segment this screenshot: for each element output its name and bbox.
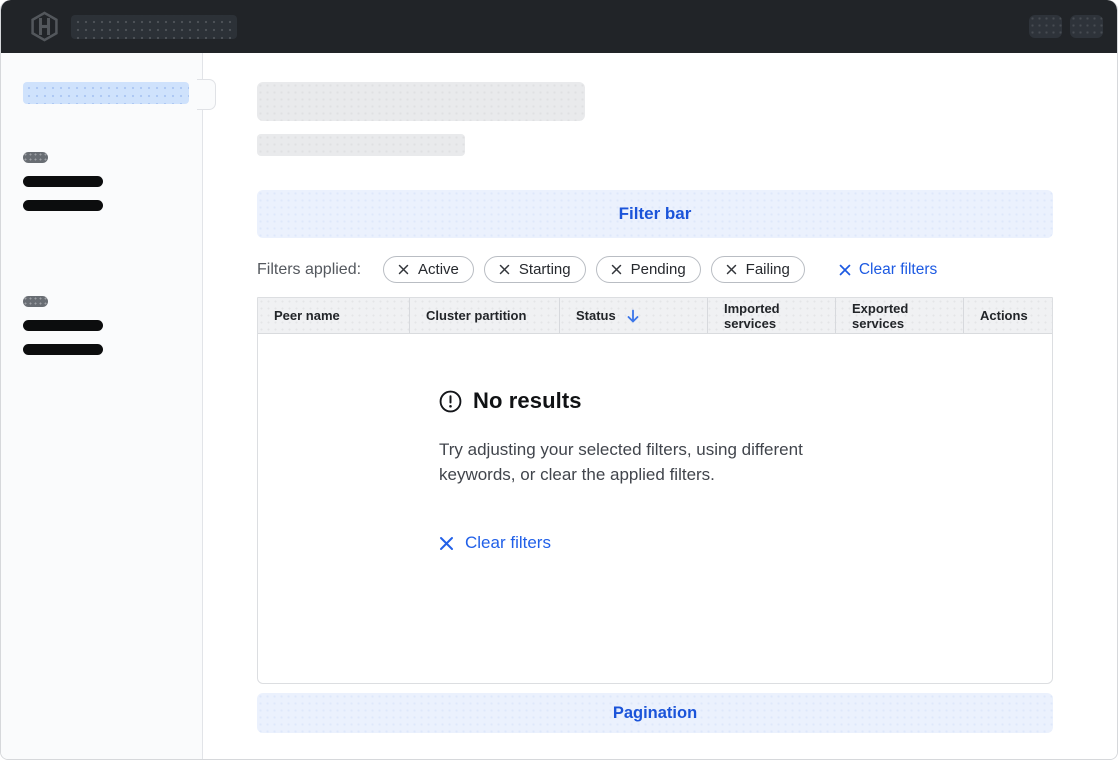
page-subtitle-placeholder <box>257 134 465 156</box>
table-column-label: Status <box>576 308 616 323</box>
nav-search-placeholder[interactable] <box>71 15 237 39</box>
table-column-label: Peer name <box>274 308 340 323</box>
filter-pill-label: Active <box>418 261 459 278</box>
filters-applied-label: Filters applied: <box>257 261 361 279</box>
app-window: Filter bar Filters applied: Active Start… <box>0 0 1118 760</box>
table-column-header[interactable]: Peer name <box>258 298 409 333</box>
hashicorp-logo-icon[interactable] <box>29 11 60 42</box>
dismiss-x-icon[interactable] <box>398 264 409 275</box>
main-content: Filter bar Filters applied: Active Start… <box>203 53 1117 760</box>
peers-table: Peer name Cluster partition Status Impor… <box>257 297 1053 684</box>
sidebar-item-placeholder-2[interactable] <box>23 200 103 211</box>
empty-state-clear-filters-link[interactable]: Clear filters <box>439 533 551 553</box>
x-icon <box>439 536 454 551</box>
sidebar-group-label-placeholder-2 <box>23 296 48 307</box>
sidebar-item-placeholder-4[interactable] <box>23 344 103 355</box>
filter-pills: Active Starting Pending Failing <box>383 256 805 283</box>
clear-filters-label: Clear filters <box>859 261 937 279</box>
dismiss-x-icon[interactable] <box>499 264 510 275</box>
pagination-bar[interactable]: Pagination <box>257 693 1053 733</box>
table-column-header[interactable]: Actions <box>963 298 1052 333</box>
sidebar <box>1 53 203 760</box>
table-header-row: Peer name Cluster partition Status Impor… <box>258 298 1052 334</box>
filter-pill[interactable]: Starting <box>484 256 586 283</box>
table-column-header[interactable]: Exported services <box>835 298 963 333</box>
filter-pill-label: Starting <box>519 261 571 278</box>
filter-pill[interactable]: Active <box>383 256 474 283</box>
sidebar-selected-item-placeholder[interactable] <box>23 82 189 104</box>
empty-state-title: No results <box>473 388 582 414</box>
page-title-placeholder <box>257 82 585 121</box>
nav-actions <box>1029 15 1103 38</box>
filter-pill-label: Failing <box>746 261 790 278</box>
nav-action-placeholder-2[interactable] <box>1070 15 1103 38</box>
sidebar-group-label-placeholder-1 <box>23 152 48 163</box>
dismiss-x-icon[interactable] <box>726 264 737 275</box>
sidebar-collapse-handle[interactable] <box>197 79 216 110</box>
top-navbar <box>1 0 1117 53</box>
table-body: No results Try adjusting your selected f… <box>258 334 1052 683</box>
empty-state: No results Try adjusting your selected f… <box>258 334 1052 556</box>
nav-action-placeholder-1[interactable] <box>1029 15 1062 38</box>
table-column-label: Imported services <box>724 301 835 331</box>
filter-bar-label: Filter bar <box>619 204 692 224</box>
table-column-header[interactable]: Cluster partition <box>409 298 559 333</box>
filter-bar[interactable]: Filter bar <box>257 190 1053 238</box>
dismiss-x-icon[interactable] <box>611 264 622 275</box>
table-column-header[interactable]: Imported services <box>707 298 835 333</box>
filter-pill[interactable]: Pending <box>596 256 701 283</box>
filter-pill[interactable]: Failing <box>711 256 805 283</box>
sidebar-item-placeholder-3[interactable] <box>23 320 103 331</box>
empty-state-clear-filters-label: Clear filters <box>465 533 551 553</box>
table-column-label: Actions <box>980 308 1028 323</box>
x-icon <box>839 264 851 276</box>
sort-descending-icon[interactable] <box>626 309 640 323</box>
clear-filters-link[interactable]: Clear filters <box>839 261 937 279</box>
sidebar-item-placeholder-1[interactable] <box>23 176 103 187</box>
filter-pill-label: Pending <box>631 261 686 278</box>
table-column-label: Exported services <box>852 301 963 331</box>
empty-state-description: Try adjusting your selected filters, usi… <box>439 438 869 487</box>
pagination-label: Pagination <box>613 704 697 723</box>
alert-circle-icon <box>439 390 462 413</box>
table-column-label: Cluster partition <box>426 308 526 323</box>
table-column-header[interactable]: Status <box>559 298 707 333</box>
applied-filters-row: Filters applied: Active Starting Pending… <box>257 255 1053 284</box>
